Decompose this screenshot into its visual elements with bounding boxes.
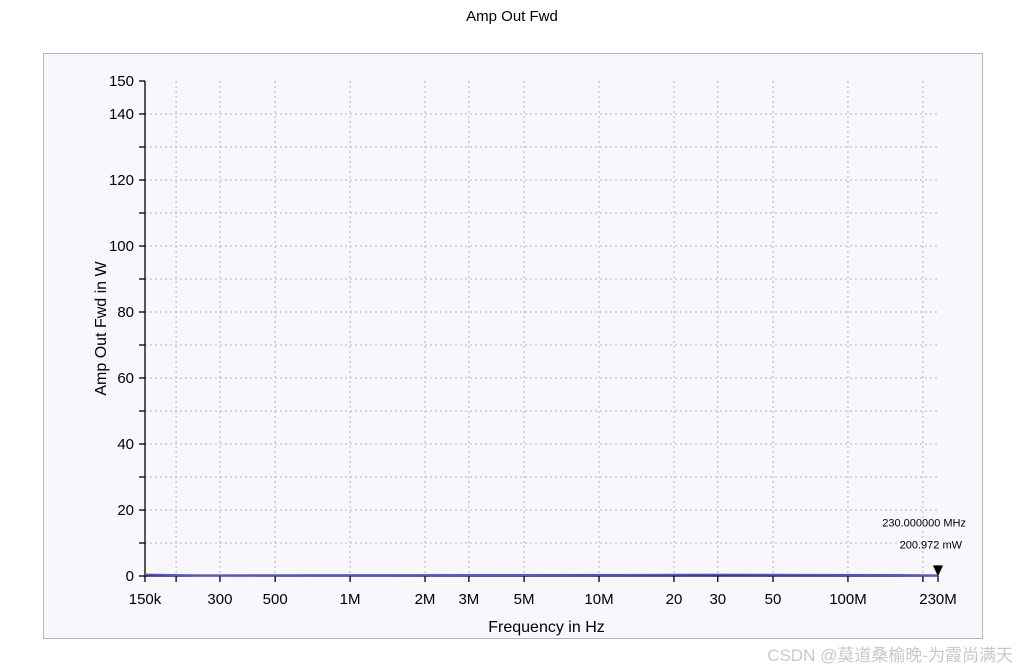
series-layer (144, 573, 939, 577)
y-tick-label: 140 (109, 106, 134, 123)
x-tick-label: 100M (829, 591, 867, 608)
y-tick-label: 20 (117, 502, 134, 519)
y-tick-label: 60 (117, 370, 134, 387)
y-tick-label: 150 (109, 73, 134, 90)
y-tick-label: 40 (117, 436, 134, 453)
x-tick-label: 3M (458, 591, 479, 608)
y-tick-label: 120 (109, 172, 134, 189)
x-tick-label: 20 (666, 591, 683, 608)
y-axis-title: Amp Out Fwd in W (93, 260, 110, 395)
x-tick-label: 1M (340, 591, 361, 608)
y-tick-label: 0 (126, 568, 134, 585)
series-line (144, 573, 939, 577)
y-tick-label: 80 (117, 304, 134, 321)
y-tick-label: 100 (109, 238, 134, 255)
x-tick-label: 5M (514, 591, 535, 608)
x-tick-label: 300 (207, 591, 232, 608)
x-tick-label: 150k (129, 591, 162, 608)
marker-value-label: 200.972 mW (900, 539, 963, 551)
x-tick-label: 30 (709, 591, 726, 608)
axes-layer: 0 20 40 60 80 100 120 140 150 150k 300 500 1M 2M 3M 5M 1… (109, 73, 957, 608)
x-tick-label: 500 (263, 591, 288, 608)
chart-canvas: 0 20 40 60 80 100 120 140 150 150k 300 500 1M 2M 3M 5M 1… (93, 73, 966, 636)
x-tick-label: 50 (765, 591, 782, 608)
x-tick-label: 2M (415, 591, 436, 608)
marker-layer: 230.000000 MHz 200.972 mW (882, 517, 966, 577)
watermark: CSDN @莫道桑榆晚-为霞尚满天 (767, 646, 1013, 665)
x-tick-label: 230M (919, 591, 957, 608)
x-axis-title: Frequency in Hz (488, 619, 605, 636)
grid-layer (145, 81, 938, 576)
marker-frequency-label: 230.000000 MHz (882, 517, 966, 529)
x-tick-label: 10M (584, 591, 613, 608)
